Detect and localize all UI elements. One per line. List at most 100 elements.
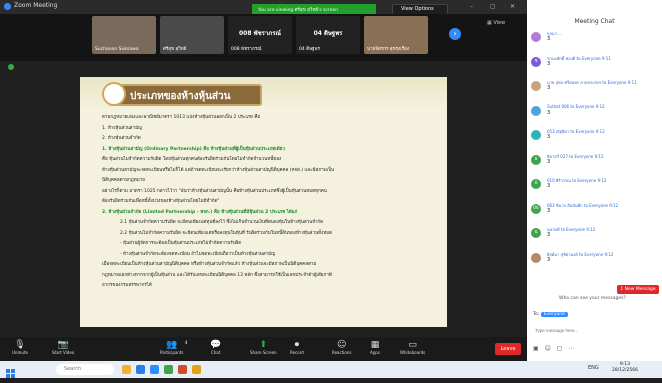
chat-sender: ชวนะศักดิ์ ทองดี to Everyone 9:11 (547, 55, 611, 61)
slide-text-line: - ห้างหุ้นส่วนจำกัดจะต้องจดทะเบียน ถ้าไม… (120, 251, 275, 257)
file-explorer-icon[interactable] (122, 365, 131, 374)
recipient-row: To: Everyone (533, 312, 568, 317)
restore-button[interactable]: ▢ (490, 3, 496, 10)
zoom-logo-icon (4, 3, 11, 10)
chat-sender: 053 ณัฐธิดา to Everyone 9:12 (547, 129, 605, 134)
share-screen-button[interactable]: ⬆ Share Screen (250, 340, 277, 355)
chat-sender: 063 ชินาก สินจันทึก to Everyone 9:12 (547, 202, 619, 208)
participant-display-name: 008 พัชราภรณ์ (239, 30, 281, 37)
participant-count: 4 (185, 340, 188, 345)
chrome-icon[interactable] (192, 365, 201, 374)
gallery-view-button[interactable]: ▦ View (487, 20, 505, 26)
participant-display-name: 04 ดิษฐพร (313, 30, 343, 37)
participant-name: 008 พัชราภรณ์ (231, 47, 262, 52)
close-button[interactable]: ✕ (510, 3, 515, 10)
slide-text-line: นิติบุคคลตามกฎหมาย (102, 178, 145, 183)
avatar (531, 81, 541, 91)
slide-text-line: 2. ห้างหุ้นส่วนจำกัด (102, 136, 141, 141)
participants-icon: 👥 (166, 340, 178, 350)
recipient-dropdown[interactable]: Everyone (540, 312, 568, 317)
sharing-banner-text: You are viewing ศรีสุข สุวิทย์'s screen (258, 8, 339, 13)
chat-message: ธ ธิดาสวี 027 to Everyone 9:12 3 (531, 153, 659, 173)
avatar (531, 105, 541, 116)
chat-text: 3 (547, 158, 551, 165)
participant-name: นายจิตรกร สุขรุ่งเรือง (367, 47, 410, 52)
chat-text: 3 (547, 256, 551, 263)
chat-visibility-note[interactable]: Who can see your messages? (559, 296, 626, 301)
slide-text-line: อากรของกรมสรรพากรได้ (102, 283, 152, 288)
avatar (531, 130, 541, 140)
sharing-banner: You are viewing ศรีสุข สุวิทย์'s screen (252, 4, 376, 14)
chat-tools[interactable]: ▣ ☺ ▢ ⋯ (533, 345, 576, 352)
chat-input[interactable] (533, 324, 661, 336)
excel-icon[interactable] (164, 365, 173, 374)
taskbar-search[interactable]: Search (56, 364, 114, 375)
participant-tile[interactable]: ศรีสุข สุวิทย์ (160, 16, 224, 54)
apps-icon: ▦ (370, 340, 380, 350)
next-page-icon[interactable]: › (449, 28, 461, 40)
chat-message: ช ชวนะศักดิ์ ทองดี to Everyone 9:11 3 (531, 55, 659, 75)
chat-sender: นาย สุชล ศรีสมพร ลาดกระบังฯ to Everyone … (547, 80, 637, 85)
chat-message: 053 ณัฐธิดา to Everyone 9:12 3 (531, 128, 659, 148)
participants-button[interactable]: 👥 Participants (160, 340, 184, 355)
avatar: 06 (531, 203, 541, 214)
encryption-shield-icon (8, 64, 14, 70)
leave-button[interactable]: Leave (495, 343, 521, 355)
chat-message: 0 010 ศิริวรรณ to Everyone 9:12 3 (531, 177, 659, 197)
new-message-button[interactable]: 1 New Message (617, 285, 659, 294)
chat-text: 3 (547, 60, 551, 67)
chat-panel: Meeting Chat กุลนา ... 3 ช ชวนะศักดิ์ ทองดี… (527, 0, 662, 361)
slide-text-line: กฎหมายแยกต่างหากจากผู้เป็นหุ้นส่วน และได… (102, 272, 332, 278)
participant-tile[interactable]: นายจิตรกร สุขรุ่งเรือง (364, 16, 428, 54)
slide-text-line: อย่างไรก็ตาม มาตรา 1025 กล่าวไว้ว่า "อัน… (102, 188, 327, 194)
participant-name: 04 ดิษฐพร (299, 47, 320, 52)
start-video-icon: 📷 (57, 340, 69, 350)
taskbar-search-label: Search (64, 366, 82, 372)
toolbar-label: Chat (210, 350, 221, 355)
participant-tile[interactable]: Suchanon Suksawa (92, 16, 156, 54)
toolbar-label: Record (290, 350, 304, 355)
start-video-button[interactable]: 📷 Start Video (52, 340, 74, 355)
slide-text-line: 1. ห้างหุ้นส่วนสามัญ (Ordinary Partnersh… (102, 146, 285, 152)
clock-date: 28/12/2566 (612, 368, 638, 373)
powerpoint-icon[interactable] (178, 365, 187, 374)
slide-text-line: เมื่อจดทะเบียนเป็นห้างหุ้นส่วนสามัญนิติบ… (102, 262, 317, 267)
chat-text: 3 (547, 134, 551, 140)
minimize-button[interactable]: – (470, 3, 473, 10)
chat-icon: 💬 (210, 340, 222, 350)
slide-title: ประเภทของห้างหุ้นส่วน (130, 91, 231, 102)
reactions-button[interactable]: ☺ Reactions (332, 340, 351, 355)
whiteboards-button[interactable]: ▭ Whiteboards (400, 340, 425, 355)
slide-text-line: 2.1 หุ้นส่วนจำกัดความรับผิด จะมีตนเพียงแ… (120, 220, 324, 225)
participant-tile[interactable]: 04 ดิษฐพร 04 ดิษฐพร (296, 16, 360, 54)
reactions-icon: ☺ (337, 340, 347, 350)
chat-sender: ธิดาสวี 027 to Everyone 9:12 (547, 153, 604, 159)
chat-sender: ฉลาดดี to Everyone 9:12 (547, 227, 596, 232)
participant-tile[interactable]: 008 พัชราภรณ์ 008 พัชราภรณ์ (228, 16, 292, 54)
toolbar-label: Whiteboards (400, 350, 426, 355)
chat-button[interactable]: 💬 Chat (210, 340, 221, 355)
unmute-button[interactable]: 🎙 Unmute (12, 340, 28, 355)
zoom-taskbar-icon[interactable] (150, 365, 159, 374)
edge-icon[interactable] (136, 365, 145, 374)
chat-text: 3 (547, 36, 551, 42)
chat-text: 3 (547, 207, 551, 214)
chat-text: 3 (547, 85, 551, 91)
chat-message: Suthat 006 to Everyone 9:12 3 (531, 104, 659, 124)
gallery-view-label: View (493, 20, 506, 26)
slide-title-box: ประเภทของห้างหุ้นส่วน (108, 84, 262, 106)
taskbar-clock[interactable]: 9:13 28/12/2566 (612, 362, 638, 374)
avatar: 0 (531, 179, 541, 189)
start-icon[interactable] (6, 364, 16, 378)
apps-button[interactable]: ▦ Apps (370, 340, 380, 355)
slide-text-line: 2. ห้างหุ้นส่วนจำกัด (Limited Partnershi… (102, 209, 298, 215)
slide-text-line: ห้างหุ้นส่วนสามัญจะจดทะเบียนหรือไม่ก็ได้… (102, 167, 335, 173)
record-button[interactable]: ⏺ Record (290, 340, 304, 355)
chat-text: 3 (547, 109, 551, 116)
record-icon: ⏺ (294, 340, 300, 350)
language-indicator[interactable]: ENG (588, 365, 599, 371)
slide-text-line: ตามกฎหมายแพ่งและพาณิชย์มาตรา 1013 แบ่งห้… (102, 115, 261, 120)
slide-text-line: - หุ้นส่วนผู้จัดการจะต้องเป็นหุ้นส่วนประ… (120, 241, 242, 246)
chat-message: ยิสต์มา สุชิตามงค์ to Everyone 9:12 3 (531, 251, 659, 271)
to-label: To: (533, 312, 540, 317)
